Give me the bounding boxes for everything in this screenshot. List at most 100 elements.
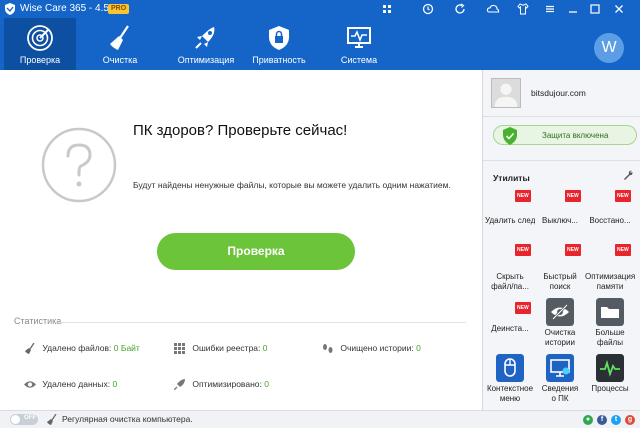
user-avatar[interactable] [491, 78, 521, 108]
scan-button[interactable]: Проверка [157, 233, 355, 270]
tab-system[interactable]: Система [323, 18, 395, 70]
tab-privacy[interactable]: Приватность [243, 18, 315, 70]
tab-clean[interactable]: Очистка [84, 18, 156, 70]
util-restore[interactable]: NEW Восстано... [587, 190, 633, 230]
util-label: Сведения [541, 384, 579, 393]
util-erase-traces[interactable]: NEW Удалить следы [485, 190, 535, 230]
stats-divider [58, 322, 466, 323]
broom-icon [25, 343, 35, 355]
util-label: Деинста... [491, 324, 529, 333]
tab-check[interactable]: Проверка [4, 18, 76, 70]
refresh-icon[interactable] [453, 2, 467, 16]
app-logo-icon [5, 3, 15, 15]
util-label: Быстрый [543, 272, 577, 281]
facebook-icon[interactable]: f [597, 415, 607, 425]
eye-icon [24, 381, 36, 388]
util-label: Процессы [591, 384, 629, 393]
tab-label: Система [340, 55, 378, 65]
wrench-icon[interactable] [623, 170, 633, 180]
stat-value: 0 [264, 379, 269, 389]
shield-check-icon [503, 127, 517, 145]
util-pc-info[interactable]: Сведения о ПК [537, 354, 583, 404]
util-clear-history[interactable]: Очистка истории [537, 298, 583, 348]
tab-label: Приватность [252, 55, 306, 65]
cloud-upload-icon[interactable] [486, 2, 500, 16]
stat-deleted-data: Удалено данных: 0 [24, 379, 117, 390]
grid-menu-icon[interactable] [380, 2, 394, 16]
twitter-icon[interactable]: t [611, 415, 621, 425]
status-text: Регулярная очистка компьютера. [62, 414, 193, 424]
util-uninstaller[interactable]: NEW Деинста... [487, 302, 533, 352]
protection-status: Защита включена [542, 131, 609, 140]
close-icon[interactable] [612, 2, 626, 16]
divider [483, 116, 640, 117]
pc-info-icon [546, 354, 574, 382]
clock-icon[interactable] [421, 2, 435, 16]
util-label-line2: поиск [549, 282, 571, 291]
footprints-icon [323, 344, 333, 354]
wechat-icon[interactable]: ● [583, 415, 593, 425]
shield-lock-icon [269, 26, 289, 50]
shirt-icon[interactable] [516, 2, 530, 16]
radar-icon [27, 25, 53, 51]
rocket-icon [195, 27, 215, 49]
monitor-pulse-icon [347, 27, 371, 48]
util-label: Восстано... [589, 216, 631, 225]
stat-deleted-files: Удалено файлов: 0 Байт [24, 343, 140, 355]
stat-label: Удалено файлов: [42, 343, 112, 353]
util-label-line2: о ПК [551, 394, 569, 403]
util-label: Удалить следы [485, 216, 535, 225]
mouse-icon [496, 354, 524, 382]
google-plus-icon[interactable]: g [625, 415, 635, 425]
protection-toggle[interactable]: Защита включена [493, 125, 637, 145]
stat-registry-errors: Ошибки реестра: 0 [174, 343, 268, 355]
menu-icon[interactable] [543, 2, 557, 16]
util-shutdown[interactable]: NEW Выключ... [537, 190, 583, 230]
sidebar: bitsdujour.com Защита включена Утилиты N… [482, 70, 640, 410]
util-label: Больше [595, 328, 625, 337]
auto-clean-toggle[interactable]: OFF [10, 414, 38, 425]
maximize-icon[interactable] [588, 2, 602, 16]
eye-slash-icon [546, 298, 574, 326]
folder-icon [596, 298, 624, 326]
stat-label: Удалено данных: [42, 379, 111, 389]
util-big-files[interactable]: Больше файлы [587, 298, 633, 348]
minimize-icon[interactable] [566, 2, 580, 16]
stat-label: Оптимизировано: [192, 379, 262, 389]
util-label: Выключ... [541, 216, 578, 225]
pulse-icon [596, 354, 624, 382]
stat-history-cleaned: Очищено истории: 0 [322, 343, 421, 354]
username[interactable]: bitsdujour.com [531, 88, 586, 98]
util-label-line2: памяти [596, 282, 624, 291]
main-panel: ПК здоров? Проверьте сейчас! Будут найде… [0, 70, 482, 410]
toggle-knob [11, 415, 20, 424]
new-badge: NEW [565, 244, 581, 256]
util-context-menu[interactable]: Контекстное меню [487, 354, 533, 404]
util-quick-search[interactable]: NEW Быстрый поиск [537, 244, 583, 294]
new-badge: NEW [515, 190, 531, 202]
stat-label: Ошибки реестра: [192, 343, 261, 353]
rocket-icon [174, 379, 185, 391]
tab-label: Оптимизация [177, 55, 235, 65]
util-hide-file[interactable]: NEW Скрыть файл/па... [487, 244, 533, 294]
broom-icon [47, 414, 57, 425]
title-bar: Wise Care 365 - 4.53 PRO [0, 0, 640, 18]
tab-optimize[interactable]: Оптимизация [170, 18, 242, 70]
util-processes[interactable]: Процессы [587, 354, 633, 404]
stats-title: Статистика [14, 316, 62, 326]
stat-value: 0 [416, 343, 421, 353]
util-label: Оптимизация [585, 272, 635, 281]
question-icon [41, 127, 117, 203]
stat-label: Очищено истории: [340, 343, 414, 353]
account-avatar[interactable]: W [594, 33, 624, 63]
new-badge: NEW [565, 190, 581, 202]
util-label: Контекстное [486, 384, 534, 393]
util-label: Очистка [544, 328, 576, 337]
status-bar: OFF Регулярная очистка компьютера. ● f t… [0, 410, 640, 428]
toggle-state: OFF [24, 415, 36, 421]
util-label: Скрыть [496, 272, 524, 281]
util-label-line2: файлы [597, 338, 623, 347]
tab-label: Проверка [19, 55, 61, 65]
app-title: Wise Care 365 - 4.53 [20, 3, 115, 14]
util-memory-optimize[interactable]: NEW Оптимизация памяти [585, 244, 635, 294]
